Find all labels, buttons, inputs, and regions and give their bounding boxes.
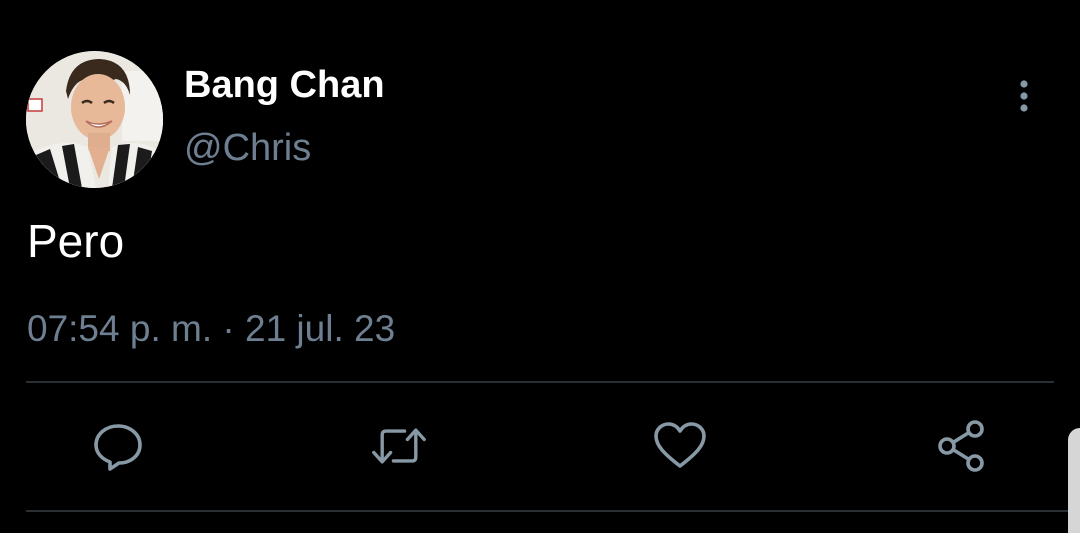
tweet-card: Bang Chan @Chris Pero 07:54 p. m. · 21 j… [0,0,1080,533]
divider [26,510,1080,512]
more-options-button[interactable] [1004,72,1044,120]
tweet-text: Pero [27,215,125,267]
share-icon [938,420,984,472]
author-display-name[interactable]: Bang Chan [184,62,385,108]
retweet-icon [372,428,426,464]
tweet-timestamp[interactable]: 07:54 p. m. · 21 jul. 23 [27,307,395,351]
retweet-button[interactable] [371,418,427,474]
heart-icon [654,422,706,468]
divider [26,381,1054,383]
avatar-image [26,51,163,188]
share-button[interactable] [934,418,990,474]
author-handle[interactable]: @Chris [184,125,311,171]
more-vertical-icon [1020,80,1028,112]
avatar[interactable] [26,51,163,188]
reply-button[interactable] [90,418,146,474]
like-button[interactable] [652,418,708,474]
scrollbar-edge[interactable] [1068,428,1080,533]
reply-bubble-icon [94,424,142,471]
